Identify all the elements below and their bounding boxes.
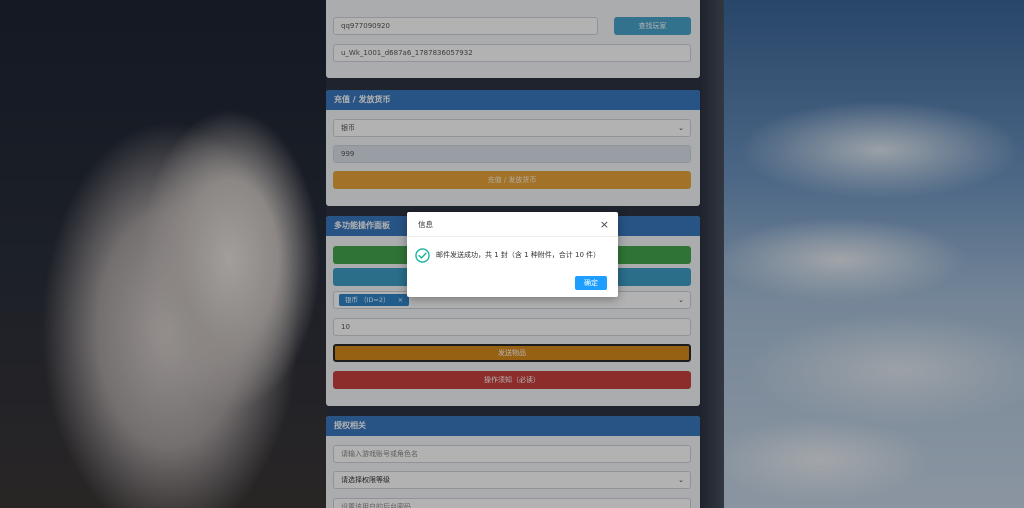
dialog-message: 邮件发送成功，共 1 封（含 1 种附件，合计 10 件） bbox=[436, 251, 601, 259]
close-icon[interactable]: × bbox=[600, 212, 609, 237]
info-dialog: 信息 × 邮件发送成功，共 1 封（含 1 种附件，合计 10 件） 确定 bbox=[407, 212, 618, 297]
dialog-header: 信息 × bbox=[407, 212, 618, 237]
success-check-icon bbox=[415, 247, 430, 263]
confirm-button[interactable]: 确定 bbox=[575, 276, 607, 290]
dialog-title: 信息 bbox=[418, 220, 433, 229]
dialog-body: 邮件发送成功，共 1 封（含 1 种附件，合计 10 件） bbox=[415, 246, 615, 264]
